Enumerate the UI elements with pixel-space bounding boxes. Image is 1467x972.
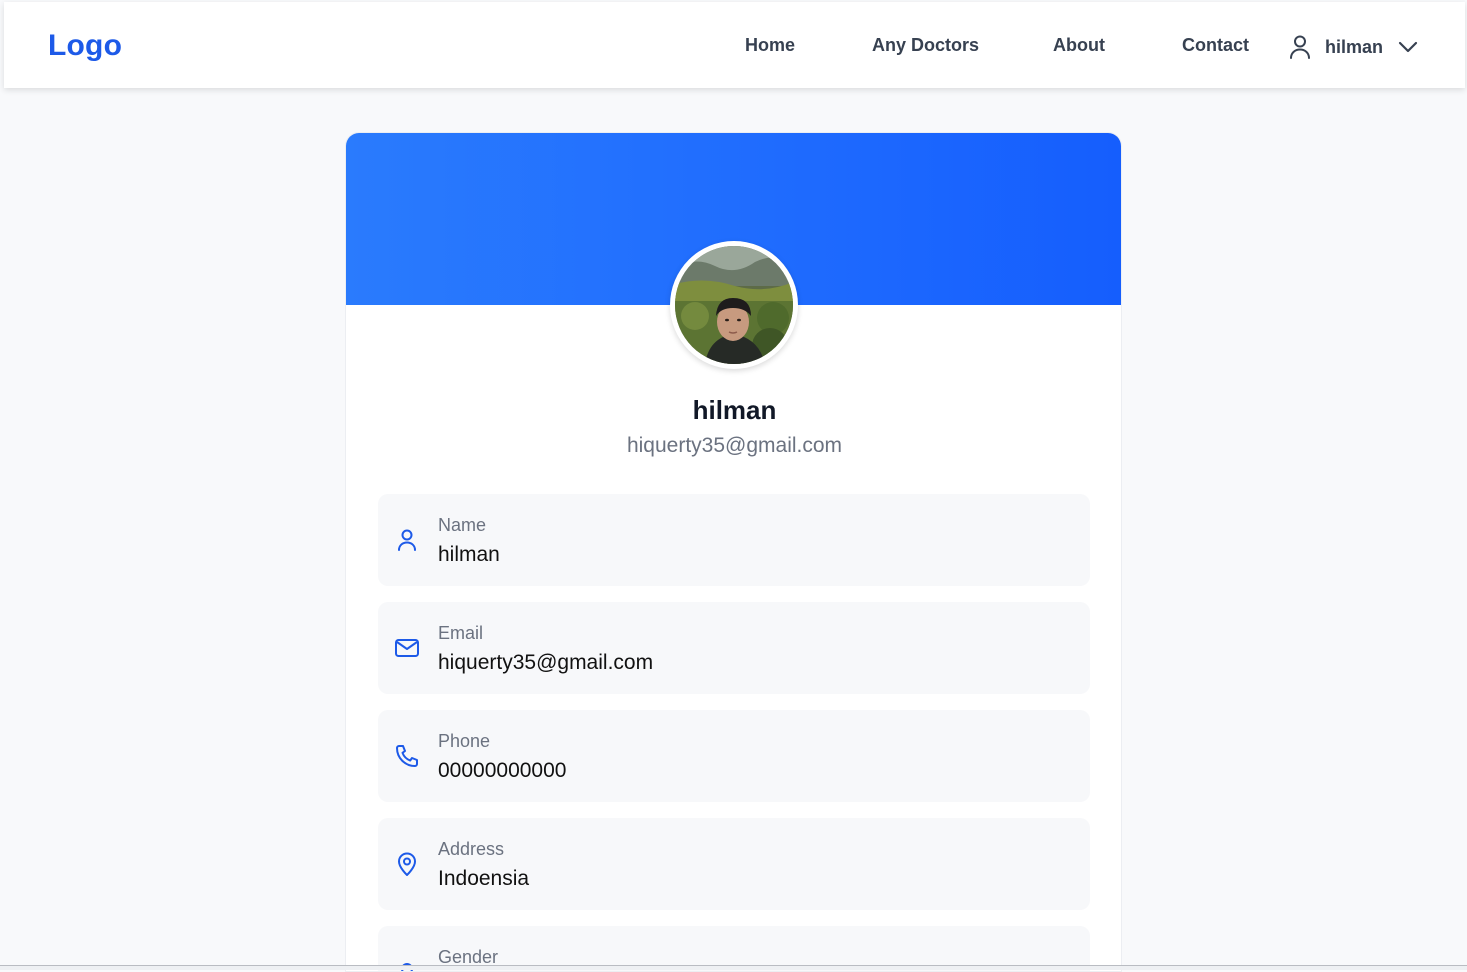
profile-card: hilman hiquerty35@gmail.com Name hilman …	[345, 132, 1122, 972]
field-phone: Phone 00000000000	[378, 710, 1090, 802]
chevron-down-icon	[1398, 41, 1418, 53]
user-icon	[398, 529, 416, 551]
logo[interactable]: Logo	[48, 29, 122, 63]
top-navbar: Logo Home Any Doctors About Contact hilm…	[4, 2, 1465, 88]
profile-photo-image	[675, 246, 793, 364]
field-label-phone: Phone	[438, 731, 491, 751]
user-menu-dropdown[interactable]: hilman	[1288, 32, 1419, 62]
field-name: Name hilman	[378, 494, 1090, 586]
field-label-address: Address	[438, 839, 505, 859]
field-label-name: Name	[438, 515, 487, 535]
field-email: Email hiquerty35@gmail.com	[378, 602, 1090, 694]
field-label-email: Email	[438, 623, 484, 643]
nav-link-home[interactable]: Home	[745, 35, 795, 56]
profile-name: hilman	[692, 395, 777, 425]
window-bottom-edge	[0, 965, 1467, 970]
profile-email: hiquerty35@gmail.com	[626, 434, 843, 457]
field-value-phone: 00000000000	[438, 759, 567, 782]
field-value-email: hiquerty35@gmail.com	[438, 651, 654, 674]
nav-link-any-doctors[interactable]: Any Doctors	[872, 35, 979, 56]
field-address: Address Indoensia	[378, 818, 1090, 910]
nav-link-contact[interactable]: Contact	[1182, 35, 1249, 56]
mail-icon	[395, 639, 419, 657]
avatar[interactable]	[675, 246, 793, 364]
field-value-address: Indoensia	[438, 867, 530, 890]
phone-icon	[396, 745, 418, 767]
field-value-name: hilman	[438, 543, 500, 566]
nav-link-about[interactable]: About	[1053, 35, 1105, 56]
user-menu-name: hilman	[1325, 36, 1384, 57]
user-icon	[1290, 35, 1310, 59]
avatar-frame	[670, 241, 798, 369]
map-pin-icon	[398, 852, 416, 876]
